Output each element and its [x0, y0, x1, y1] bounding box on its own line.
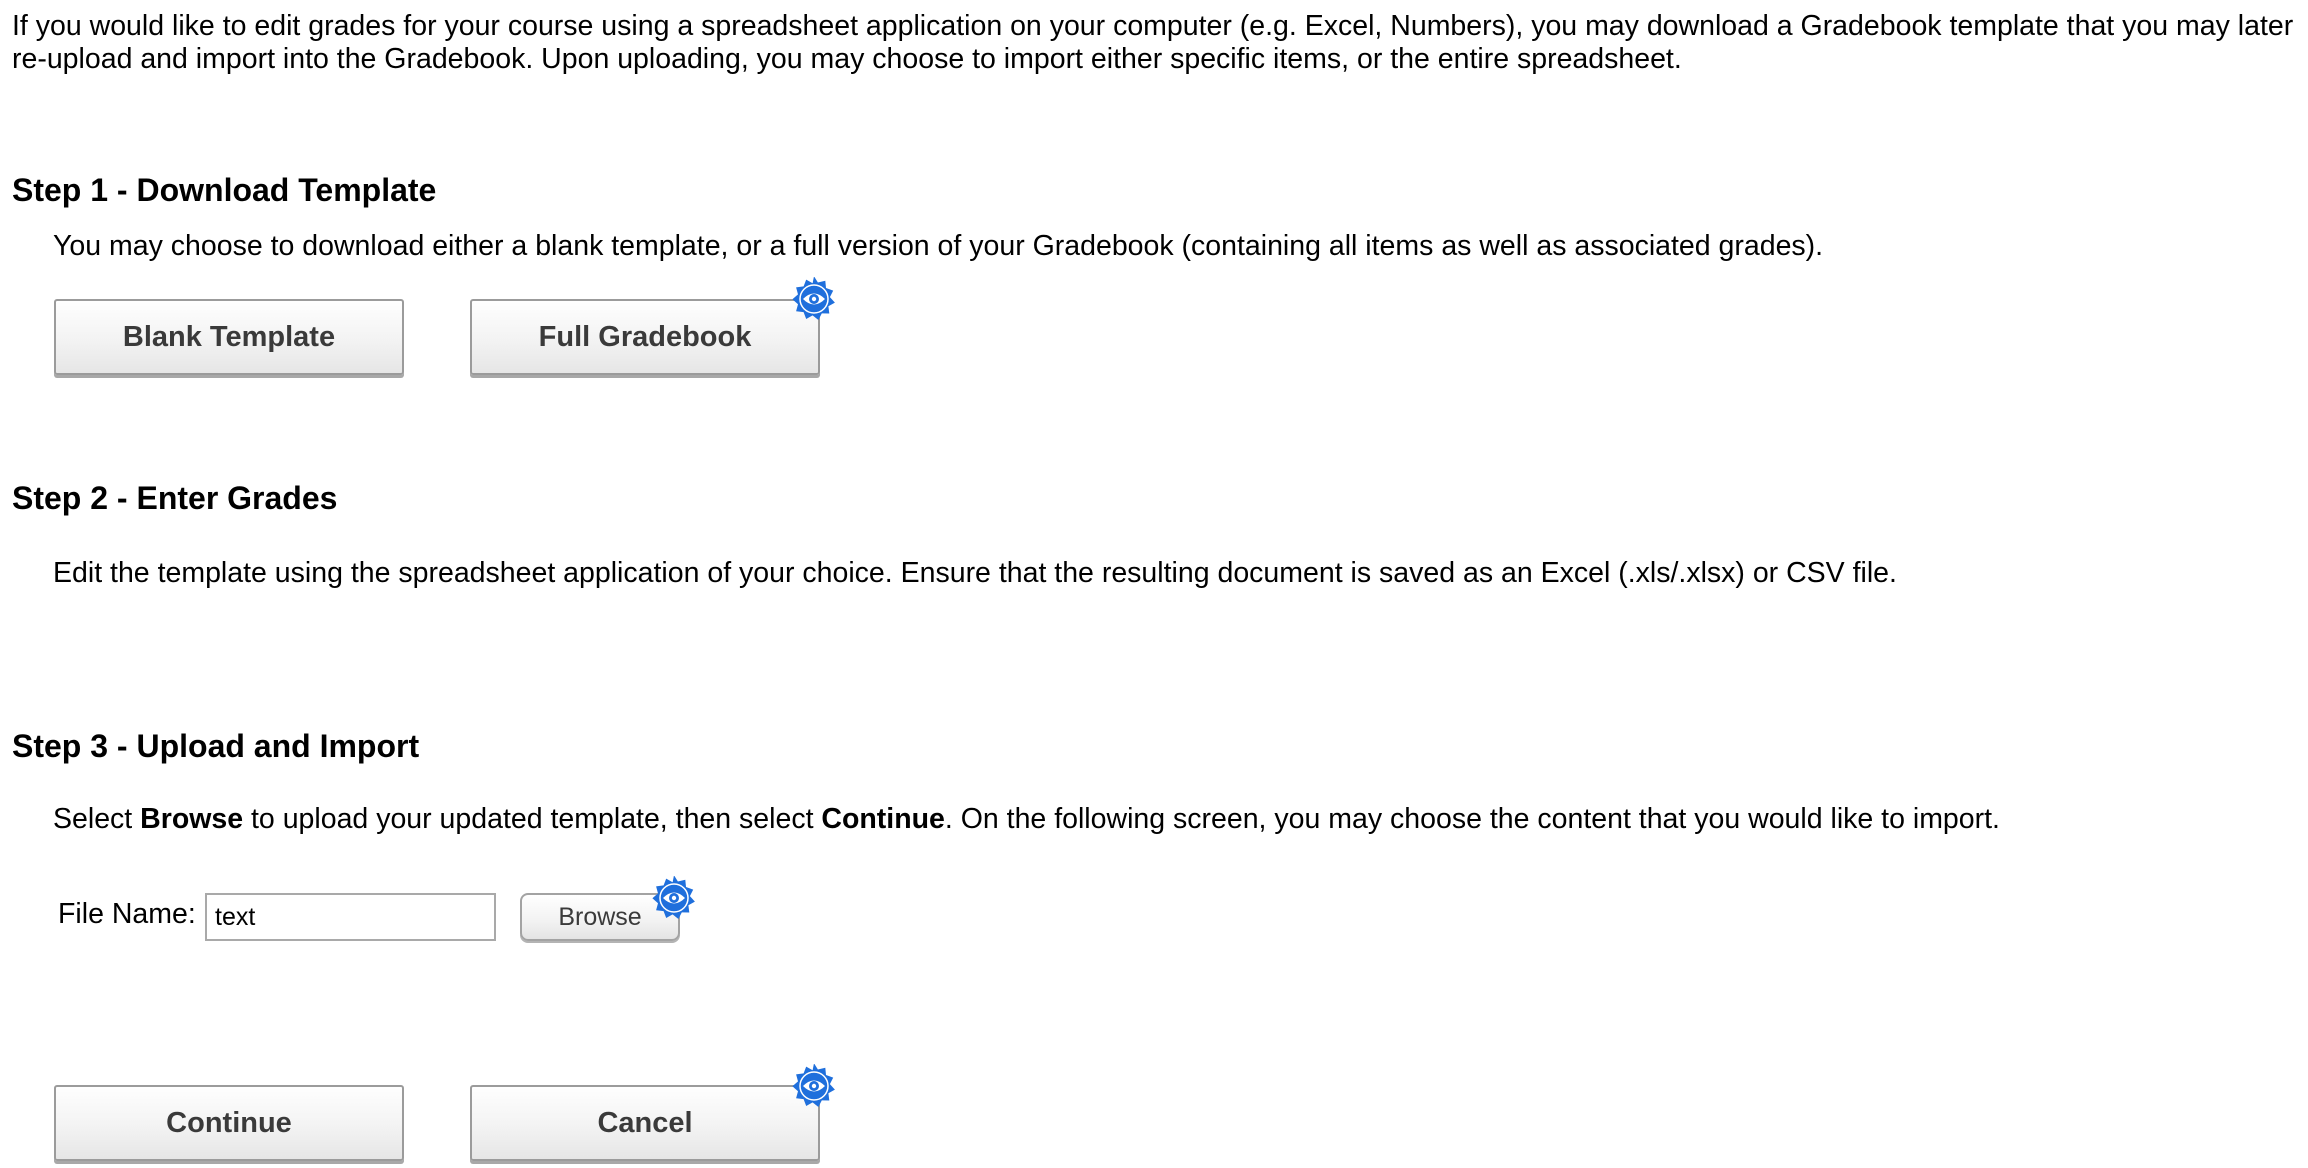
step3-desc-browse: Browse	[140, 803, 244, 835]
step3-desc-part2: to upload your updated template, then se…	[243, 803, 822, 835]
eye-badge-icon[interactable]	[792, 1064, 836, 1108]
step2-description: Edit the template using the spreadsheet …	[53, 557, 1897, 589]
step3-heading: Step 3 - Upload and Import	[12, 728, 420, 764]
intro-text: If you would like to edit grades for you…	[12, 10, 2294, 75]
file-name-label: File Name:	[58, 898, 196, 930]
step3-desc-continue: Continue	[821, 803, 945, 835]
step3-desc-part3: . On the following screen, you may choos…	[944, 803, 2000, 835]
blank-template-button[interactable]: Blank Template	[54, 299, 404, 375]
step2-heading: Step 2 - Enter Grades	[12, 480, 338, 516]
step3-description: Select Browse to upload your updated tem…	[53, 801, 2000, 837]
cancel-button[interactable]: Cancel	[470, 1085, 820, 1161]
eye-badge-icon[interactable]	[792, 277, 836, 321]
continue-button[interactable]: Continue	[54, 1085, 404, 1161]
step1-heading: Step 1 - Download Template	[12, 172, 437, 208]
eye-badge-icon[interactable]	[652, 876, 696, 920]
full-gradebook-button[interactable]: Full Gradebook	[470, 299, 820, 375]
file-name-input[interactable]	[205, 893, 496, 941]
step1-description: You may choose to download either a blan…	[53, 230, 1824, 262]
step3-desc-part1: Select	[53, 803, 141, 835]
